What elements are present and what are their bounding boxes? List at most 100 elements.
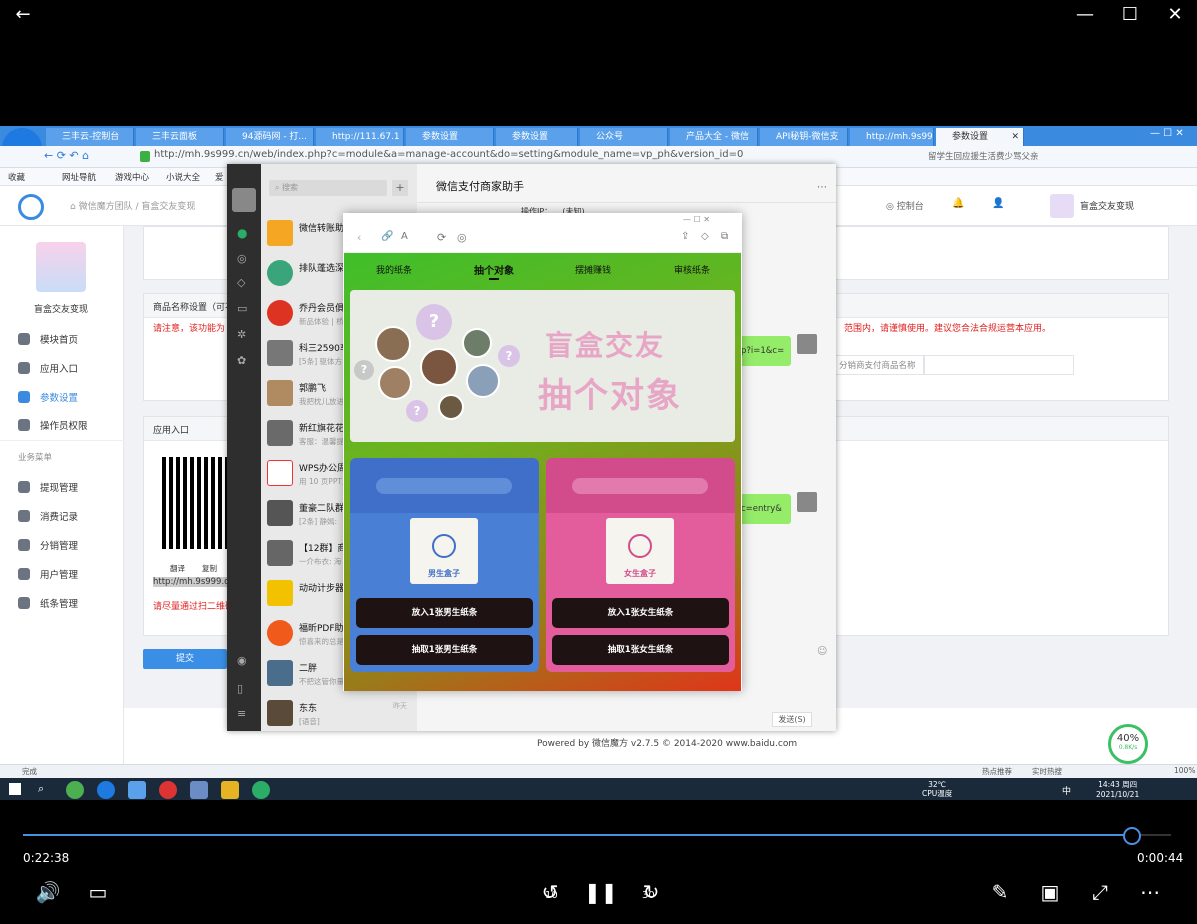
link-icon[interactable]: 🔗: [381, 231, 393, 242]
minimize-icon[interactable]: —: [1074, 4, 1096, 26]
subtitles-icon[interactable]: ▭: [83, 880, 113, 904]
message-bubble[interactable]: p?i=1&c=: [737, 336, 791, 366]
tab-item[interactable]: 产品大全 - 微信: [670, 128, 758, 146]
bookmark-item[interactable]: 收藏: [8, 171, 25, 183]
back-icon[interactable]: ‹: [357, 231, 361, 244]
message-bubble[interactable]: c=entry&: [737, 494, 791, 524]
phone-icon[interactable]: ▯: [237, 682, 243, 695]
tab-close-icon[interactable]: ✕: [1011, 128, 1019, 146]
tab-item[interactable]: 参数设置: [406, 128, 494, 146]
tab-review[interactable]: 审核纸条: [674, 263, 710, 276]
tab-stall[interactable]: 摆摊赚钱: [575, 263, 611, 276]
tab-item[interactable]: 公众号: [580, 128, 668, 146]
pause-icon[interactable]: ❚❚: [584, 880, 618, 904]
compass-icon[interactable]: ◎: [457, 231, 467, 244]
tab-item[interactable]: 三丰云-控制台: [46, 128, 134, 146]
put-female-note-button[interactable]: 放入1张女生纸条: [552, 598, 729, 628]
draw-female-note-button[interactable]: 抽取1张女生纸条: [552, 635, 729, 665]
rewind-icon[interactable]: ↺ 10: [535, 880, 565, 904]
search-input[interactable]: ⌕ 搜索: [269, 180, 387, 196]
emoji-icon[interactable]: ☺: [817, 646, 827, 657]
business-menu-title[interactable]: 业务菜单: [18, 451, 52, 463]
tab-item-active[interactable]: 参数设置 ✕: [936, 128, 1024, 146]
speed-gauge[interactable]: 40% 0.8K/s: [1108, 724, 1148, 764]
taskbar-folder-icon[interactable]: [221, 781, 239, 799]
refresh-icon[interactable]: ⟳: [437, 231, 446, 244]
news-ticker[interactable]: 留学生回应援生活费少骂父亲: [928, 150, 1039, 162]
bookmark-item[interactable]: 爱: [215, 171, 224, 183]
window-controls[interactable]: — ☐ ✕: [683, 215, 710, 224]
sidebar-item-withdraw[interactable]: 提现管理: [18, 480, 78, 494]
qr-copy[interactable]: 复制: [202, 563, 217, 574]
sidebar-item-users[interactable]: 用户管理: [18, 567, 78, 581]
search-icon[interactable]: ⌕: [38, 782, 44, 796]
close-icon[interactable]: ✕: [1164, 4, 1186, 26]
compass-icon[interactable]: ◉: [237, 654, 247, 667]
mini-view-icon[interactable]: ▣: [1035, 880, 1065, 904]
seek-knob[interactable]: [1122, 827, 1141, 845]
bookmark-item[interactable]: 游戏中心: [115, 171, 149, 183]
windows-start-icon[interactable]: [9, 783, 21, 795]
bookmark-item[interactable]: 小说大全: [166, 171, 200, 183]
zoom-level[interactable]: 100%: [1174, 766, 1195, 775]
tab-item[interactable]: 三丰云面板: [136, 128, 224, 146]
entry-url[interactable]: http://mh.9s999.cn: [153, 577, 235, 587]
hot-recommend-link[interactable]: 热点推荐: [982, 766, 1012, 777]
avatar[interactable]: [232, 188, 256, 212]
folder-icon[interactable]: ▭: [237, 302, 247, 315]
taskbar-app-icon[interactable]: [128, 781, 146, 799]
chat-icon[interactable]: ●: [237, 226, 247, 240]
add-icon[interactable]: +: [392, 180, 408, 196]
url-field[interactable]: http://mh.9s999.cn/web/index.php?c=modul…: [154, 149, 743, 160]
realtime-hot-link[interactable]: 实时热搜: [1032, 766, 1062, 777]
maximize-icon[interactable]: ☐: [1119, 4, 1141, 26]
share-icon[interactable]: ⇪: [681, 231, 689, 242]
volume-icon[interactable]: 🔊: [33, 880, 63, 904]
cube-icon[interactable]: ◇: [701, 231, 709, 242]
seek-bar[interactable]: [23, 834, 1171, 836]
gear-icon[interactable]: ✲: [237, 328, 246, 341]
tab-draw[interactable]: 抽个对象: [474, 262, 514, 277]
product-name-input[interactable]: [924, 355, 1074, 375]
window-controls[interactable]: — ☐ ✕: [1150, 128, 1184, 139]
taskbar-app-icon[interactable]: [190, 781, 208, 799]
input-language[interactable]: 中: [1062, 784, 1071, 797]
tab-my-notes[interactable]: 我的纸条: [376, 263, 412, 276]
minimize-icon[interactable]: ⧉: [721, 231, 728, 242]
sidebar-item-notes[interactable]: 纸条管理: [18, 596, 78, 610]
account-name[interactable]: 盲盒交友变现: [1080, 199, 1134, 212]
tab-item[interactable]: 参数设置: [496, 128, 578, 146]
bookmark-item[interactable]: 网址导航: [62, 171, 96, 183]
edit-pen-icon[interactable]: ✎: [985, 880, 1015, 904]
breadcrumb[interactable]: ⌂ 微信魔方团队 / 盲盒交友变现: [70, 199, 195, 212]
nav-buttons[interactable]: ← ⟳ ↶ ⌂: [44, 149, 89, 162]
taskbar-browser-icon[interactable]: [97, 781, 115, 799]
sidebar-item-entry[interactable]: 应用入口: [18, 361, 78, 375]
sidebar-item-settings[interactable]: 参数设置: [18, 390, 78, 404]
chat-item[interactable]: 东东 [语音] 昨天: [261, 694, 417, 734]
tab-item[interactable]: API秘钥-微信支: [760, 128, 848, 146]
fullscreen-icon[interactable]: ⤢: [1085, 880, 1115, 904]
sidebar-item-home[interactable]: 模块首页: [18, 332, 78, 346]
more-options-icon[interactable]: ⋯: [1135, 880, 1165, 904]
moments-icon[interactable]: ✿: [237, 354, 246, 367]
submit-button[interactable]: 提交: [143, 649, 227, 669]
put-male-note-button[interactable]: 放入1张男生纸条: [356, 598, 533, 628]
taskbar-app-icon[interactable]: [66, 781, 84, 799]
taskbar-wechat-icon[interactable]: [252, 781, 270, 799]
taskbar-recorder-icon[interactable]: [159, 781, 177, 799]
contacts-icon[interactable]: ◎: [237, 252, 247, 265]
account-avatar[interactable]: [1050, 194, 1074, 218]
control-panel-link[interactable]: ◎ 控制台: [886, 199, 924, 212]
user-icon[interactable]: 👤: [992, 198, 1004, 209]
sidebar-item-distribution[interactable]: 分销管理: [18, 538, 78, 552]
sidebar-item-consumption[interactable]: 消费记录: [18, 509, 78, 523]
send-button[interactable]: 发送(S): [772, 712, 812, 727]
tab-item[interactable]: http://111.67.1: [316, 128, 404, 146]
sidebar-item-permissions[interactable]: 操作员权限: [18, 418, 88, 432]
bell-icon[interactable]: 🔔: [952, 198, 964, 209]
tab-item[interactable]: http://mh.9s99: [850, 128, 934, 146]
more-icon[interactable]: ⋯: [817, 182, 827, 193]
draw-male-note-button[interactable]: 抽取1张男生纸条: [356, 635, 533, 665]
back-arrow-icon[interactable]: ←: [12, 4, 34, 26]
